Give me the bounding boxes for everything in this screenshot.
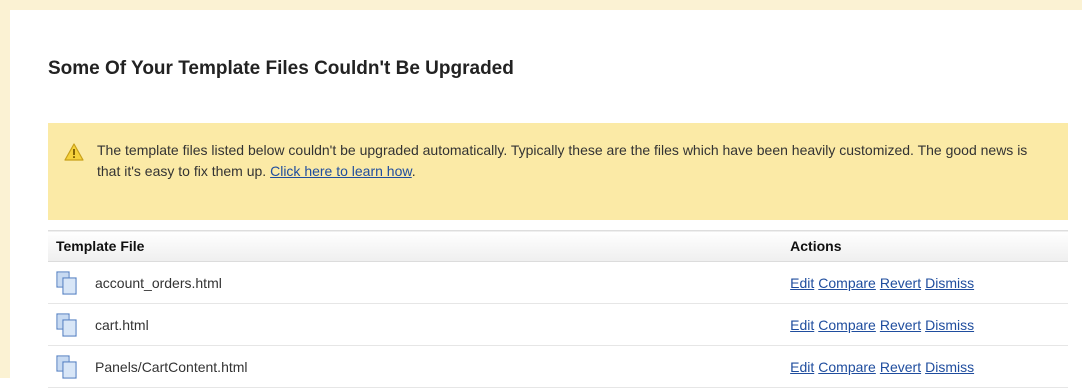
- revert-link[interactable]: Revert: [880, 275, 921, 291]
- file-cell: cart.html: [56, 312, 774, 337]
- header-template-file: Template File: [56, 238, 145, 254]
- compare-link[interactable]: Compare: [818, 317, 876, 333]
- dismiss-link[interactable]: Dismiss: [925, 359, 974, 375]
- table-row: account_orders.html Edit Compare Revert Dis…: [48, 262, 1068, 304]
- compare-link[interactable]: Compare: [818, 359, 876, 375]
- template-files-table: Template File Actions account_orders.htm…: [48, 230, 1068, 388]
- document-copy-icon: [56, 312, 77, 337]
- table-header-row: Template File Actions: [48, 230, 1068, 262]
- file-cell: account_orders.html: [56, 270, 774, 295]
- file-name: account_orders.html: [95, 274, 222, 291]
- table-row: Panels/CartContent.html Edit Compare Rever…: [48, 346, 1068, 388]
- warning-message: The template files listed below couldn't…: [48, 123, 1068, 220]
- dismiss-link[interactable]: Dismiss: [925, 275, 974, 291]
- edit-link[interactable]: Edit: [790, 359, 814, 375]
- file-name: cart.html: [95, 316, 149, 333]
- template-upgrade-panel: Some Of Your Template Files Couldn't Be …: [48, 57, 1068, 388]
- page-frame: Some Of Your Template Files Couldn't Be …: [0, 0, 1082, 388]
- warning-text: The template files listed below couldn't…: [97, 142, 1028, 179]
- file-cell: Panels/CartContent.html: [56, 354, 774, 379]
- revert-link[interactable]: Revert: [880, 317, 921, 333]
- edit-link[interactable]: Edit: [790, 317, 814, 333]
- compare-link[interactable]: Compare: [818, 275, 876, 291]
- dismiss-link[interactable]: Dismiss: [925, 317, 974, 333]
- revert-link[interactable]: Revert: [880, 359, 921, 375]
- warning-triangle-icon: [64, 143, 84, 161]
- learn-how-link[interactable]: Click here to learn how: [270, 163, 412, 179]
- header-actions: Actions: [790, 238, 842, 254]
- file-name: Panels/CartContent.html: [95, 358, 248, 375]
- edit-link[interactable]: Edit: [790, 275, 814, 291]
- table-row: cart.html Edit Compare Revert Dismiss: [48, 304, 1068, 346]
- warning-trailing: .: [411, 163, 416, 179]
- document-copy-icon: [56, 354, 77, 379]
- document-copy-icon: [56, 270, 77, 295]
- panel-title: Some Of Your Template Files Couldn't Be …: [48, 58, 514, 79]
